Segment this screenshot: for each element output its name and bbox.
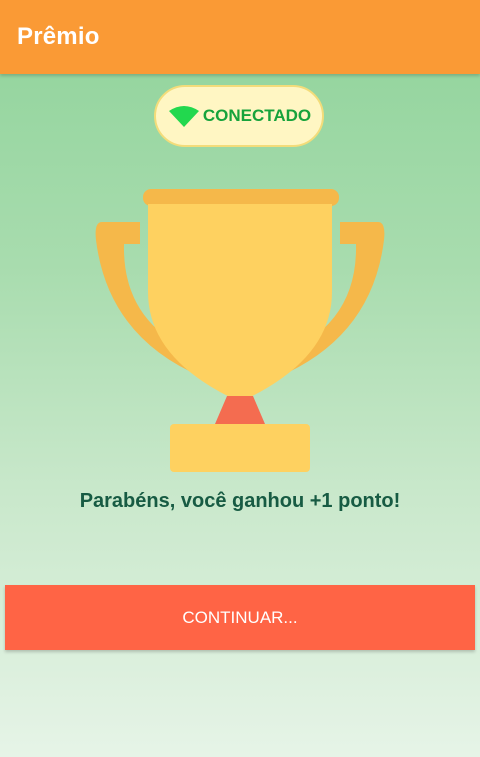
trophy-icon [95, 189, 385, 472]
wifi-icon [168, 106, 199, 127]
connection-status-label: CONECTADO [202, 106, 312, 125]
continue-button[interactable]: CONTINUAR... [5, 585, 475, 650]
app-bar: Prêmio [0, 0, 480, 74]
reward-message: Parabéns, você ganhou +1 ponto! [79, 490, 401, 512]
connection-status-badge: CONECTADO [154, 85, 324, 147]
page-title: Prêmio [17, 23, 100, 50]
